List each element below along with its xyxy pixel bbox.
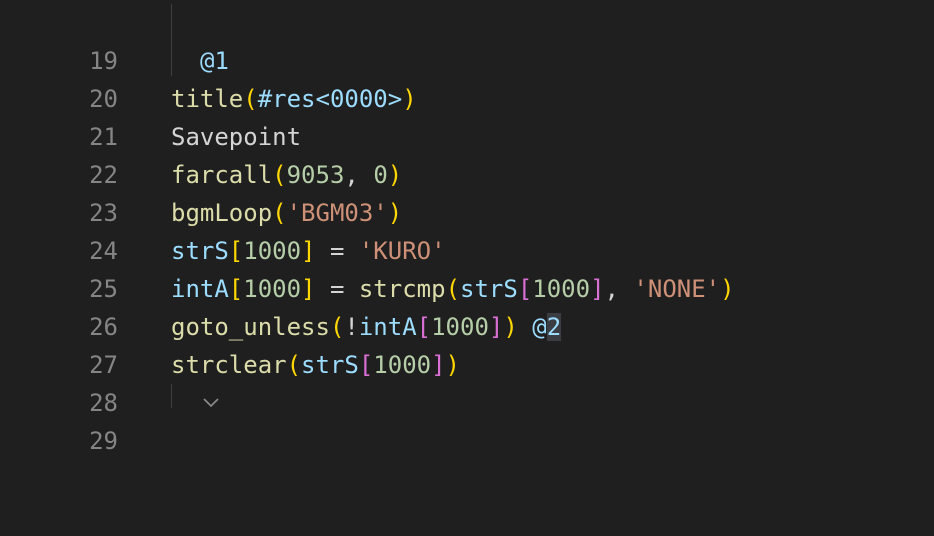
separator-token: , [344,161,374,189]
function-token: farcall [171,161,273,189]
number-token: 1000 [243,237,302,265]
bracket-token: ( [329,313,345,341]
operator-token: = [315,237,359,265]
bracket-token: ( [445,275,461,303]
bracket-token: [ [358,351,374,379]
function-token: goto_unless [171,313,330,341]
bracket-token: [ [416,313,432,341]
number-token: 1000 [373,351,432,379]
code-line-24[interactable]: 24 bgmLoop('BGM03') [0,194,934,265]
bracket-token: ) [445,351,460,379]
bracket-token: ] [301,237,316,265]
number-token: 1000 [243,275,302,303]
code-text: title(#res<0000>) [171,80,417,118]
string-token: 'NONE' [633,275,721,303]
number-token: 9053 [286,161,345,189]
bracket-token: ] [590,275,605,303]
code-text: strclear(strS[1000]) [171,346,460,384]
bracket-token: ( [272,199,287,227]
code-text: intA[1000] = strcmp(strS[1000], 'NONE') [171,270,735,308]
label-token: @1 [200,47,229,75]
bracket-token: ( [286,351,302,379]
variable-token: intA [358,313,417,341]
number-token: 0 [373,161,388,189]
code-line-28[interactable]: 28 strclear(strS[1000]) [0,346,934,417]
chevron-down-icon[interactable] [136,346,219,408]
bracket-token: ( [243,85,258,113]
bracket-token: ( [272,161,287,189]
code-text: goto_unless(!intA[1000]) @2 [171,308,562,346]
code-line-27[interactable]: 27 goto_unless(!intA[1000]) @2 [0,308,934,379]
keyword-token: Savepoint [171,123,302,151]
string-token: 'KURO' [358,237,446,265]
code-line-26[interactable]: 26 intA[1000] = strcmp(strS[1000], 'NONE… [0,270,934,341]
function-token: strclear [171,351,287,379]
bracket-token: ] [301,275,316,303]
selected-text[interactable]: 2 [546,313,562,341]
number-token: 1000 [431,313,489,341]
function-token: title [171,85,244,113]
bracket-token: [ [228,237,244,265]
function-token: bgmLoop [171,199,273,227]
separator-token: , [604,275,634,303]
bracket-token: ] [431,351,446,379]
operator-token: ! [344,313,359,341]
code-line-23[interactable]: 23 farcall(9053, 0) [0,156,934,227]
code-line-21[interactable]: 21 title(#res<0000>) [0,80,934,151]
variable-token: strS [460,275,518,303]
variable-token: intA [171,275,229,303]
variable-token: strS [301,351,359,379]
code-line-25[interactable]: 25 strS[1000] = 'KURO' [0,232,934,303]
function-token: strcmp [358,275,446,303]
bracket-token: ) [720,275,735,303]
number-token: 1000 [532,275,591,303]
bracket-token: [ [517,275,533,303]
code-line-29[interactable]: 29 [0,384,934,455]
bracket-token: ) [402,85,417,113]
code-line-22[interactable]: 22 Savepoint [0,118,934,189]
code-editor[interactable]: 19 20 @1 21 title(#res<0000>) 22 Savepoi… [0,0,934,455]
bracket-token: ] [488,313,504,341]
code-line-19[interactable]: 19 [0,4,934,75]
code-text: Savepoint [171,118,301,156]
bracket-token: ) [503,313,518,341]
operator-token: = [315,275,359,303]
bracket-token: [ [228,275,244,303]
code-text: farcall(9053, 0) [171,156,402,194]
code-line-20[interactable]: 20 @1 [0,42,934,113]
line-number: 29 [89,427,118,455]
bracket-token: ) [387,199,403,227]
code-text: strS[1000] = 'KURO' [171,232,446,270]
variable-token: strS [171,237,229,265]
label-token: @ [532,313,547,341]
string-token: 'BGM03' [286,199,388,227]
argument-token: #res<0000> [257,85,403,113]
code-text: bgmLoop('BGM03') [171,194,402,232]
bracket-token: ) [387,161,403,189]
code-text: @1 [200,42,229,80]
